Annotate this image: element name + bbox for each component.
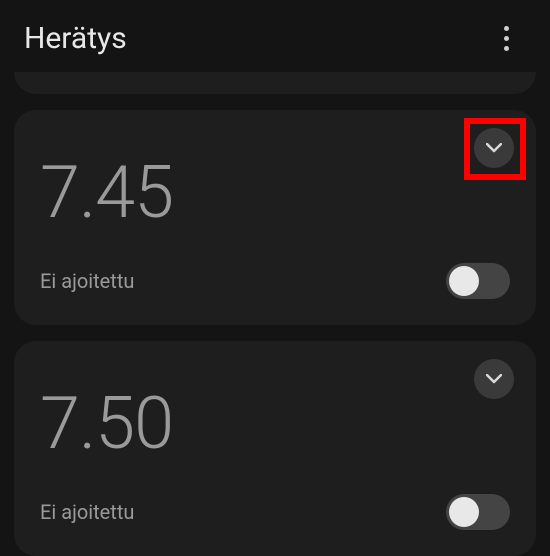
alarm-schedule-text: Ei ajoitettu xyxy=(40,269,134,293)
toggle-knob xyxy=(449,497,479,527)
previous-card-stub xyxy=(14,72,536,94)
app-header: Herätys xyxy=(0,0,550,72)
alarm-list: 7.45 Ei ajoitettu 7.50 Ei ajoitettu xyxy=(0,72,550,556)
alarm-card: 7.45 Ei ajoitettu xyxy=(14,110,536,325)
alarm-time[interactable]: 7.45 xyxy=(40,150,510,235)
expand-alarm-button[interactable] xyxy=(474,128,514,168)
overflow-menu-button[interactable] xyxy=(486,18,526,58)
toggle-knob xyxy=(449,266,479,296)
alarm-card: 7.50 Ei ajoitettu xyxy=(14,341,536,556)
page-title: Herätys xyxy=(24,21,127,56)
chevron-down-icon xyxy=(486,371,502,387)
chevron-down-icon xyxy=(486,140,502,156)
more-vertical-icon xyxy=(504,26,509,51)
alarm-time[interactable]: 7.50 xyxy=(40,381,510,466)
alarm-schedule-text: Ei ajoitettu xyxy=(40,500,134,524)
alarm-toggle[interactable] xyxy=(446,494,510,530)
expand-alarm-button[interactable] xyxy=(474,359,514,399)
alarm-toggle[interactable] xyxy=(446,263,510,299)
